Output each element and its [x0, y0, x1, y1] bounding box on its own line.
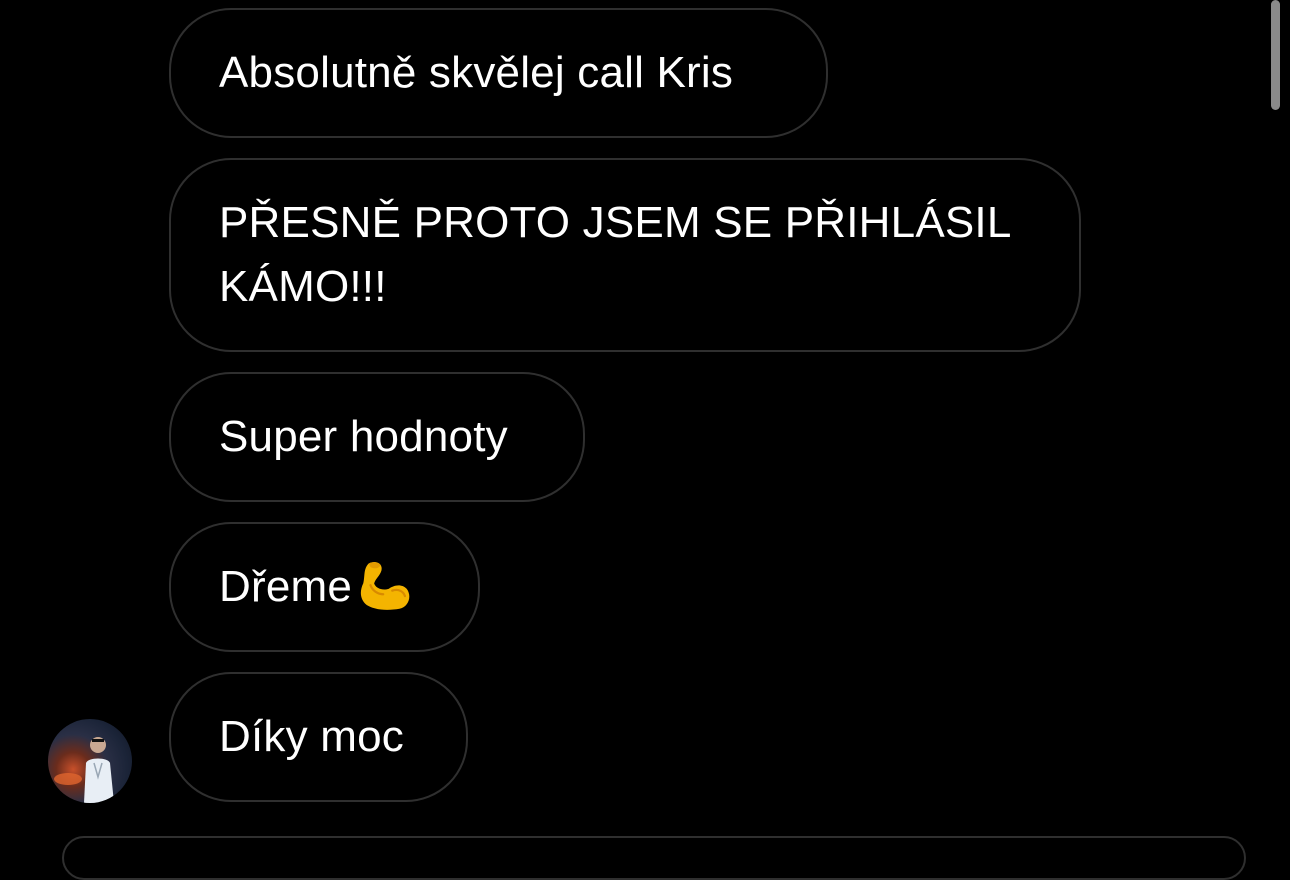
message-composer[interactable] [62, 836, 1246, 880]
message-bubble[interactable]: Absolutně skvělej call Kris [169, 8, 828, 138]
flexed-biceps-icon [360, 562, 410, 610]
message-text: Dřeme [219, 562, 353, 611]
avatar[interactable] [48, 719, 132, 803]
message-bubble[interactable]: Díky moc [169, 672, 468, 802]
scrollbar[interactable] [1271, 0, 1280, 110]
message-text: PŘESNĚ PROTO JSEM SE PŘIHLÁSIL KÁMO!!! [219, 198, 1010, 311]
message-text: Díky moc [219, 712, 404, 761]
message-text: Super hodnoty [219, 412, 508, 461]
person-photo-icon [54, 737, 114, 803]
message-thread[interactable]: Absolutně skvělej call Kris PŘESNĚ PROTO… [0, 0, 1290, 880]
message-text: Absolutně skvělej call Kris [219, 48, 734, 97]
message-bubble[interactable]: PŘESNĚ PROTO JSEM SE PŘIHLÁSIL KÁMO!!! [169, 158, 1081, 352]
message-bubble[interactable]: Super hodnoty [169, 372, 585, 502]
message-bubble[interactable]: Dřeme [169, 522, 480, 652]
